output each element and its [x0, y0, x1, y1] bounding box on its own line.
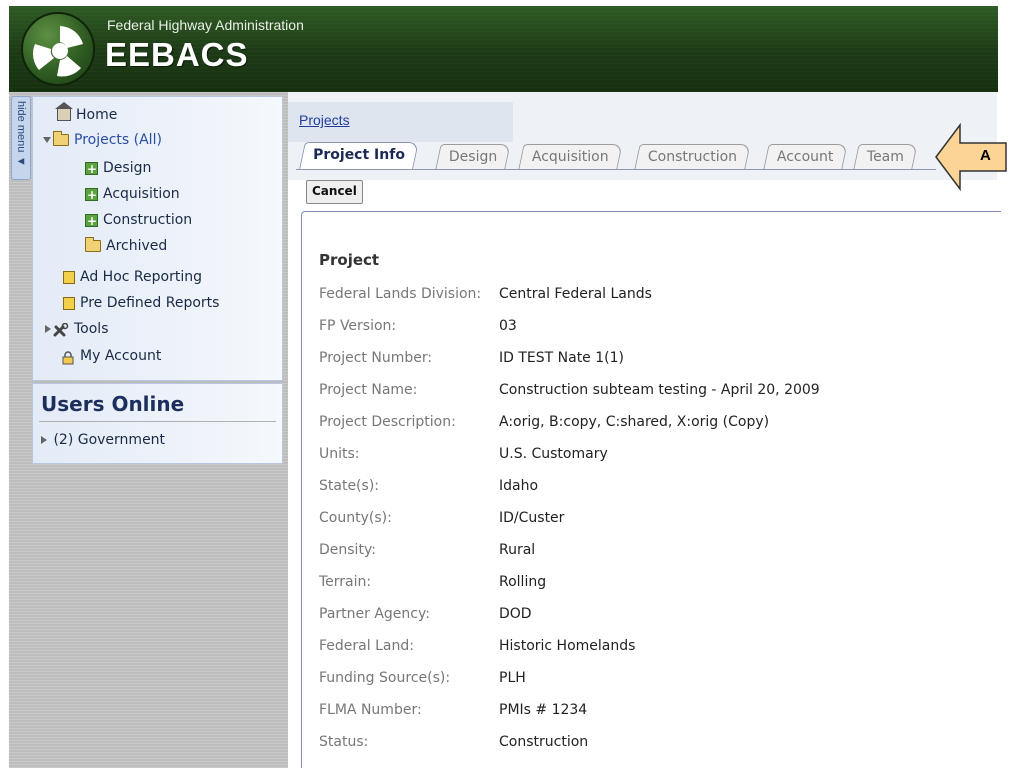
sidebar-nav: Home Projects (All) Design Acquisition C… — [32, 96, 283, 381]
add-icon — [85, 184, 98, 206]
expand-icon[interactable] — [45, 325, 51, 333]
field-label: Density: — [319, 542, 376, 558]
expand-icon[interactable] — [41, 436, 47, 444]
sidebar-item-label: Construction — [103, 212, 193, 228]
tab-project-info[interactable]: Project Info — [299, 142, 419, 169]
field-label: Project Description: — [319, 414, 456, 430]
field-label: Federal Lands Division: — [319, 286, 482, 302]
add-icon — [85, 158, 98, 180]
users-online-panel: Users Online (2) Government — [32, 383, 283, 464]
field-label: Project Number: — [319, 350, 433, 366]
add-icon — [85, 210, 98, 232]
sidebar-item-label: Ad Hoc Reporting — [80, 269, 202, 285]
sidebar-item-label: My Account — [80, 348, 162, 364]
sidebar-item-label: Pre Defined Reports — [80, 295, 220, 311]
app-name: EEBACS — [105, 36, 249, 73]
callout-label: A — [980, 147, 991, 164]
callout-arrow-icon — [935, 122, 1007, 192]
tab-bar-line — [296, 169, 936, 170]
sidebar-item-acquisition[interactable]: Acquisition — [85, 183, 180, 206]
hide-menu-button[interactable]: hide menu ◄ — [11, 96, 31, 180]
field-value: PMIs # 1234 — [499, 702, 588, 718]
sidebar-item-tools[interactable]: Tools — [45, 318, 109, 340]
hide-menu-label: hide menu ◄ — [15, 101, 27, 168]
field-label: Terrain: — [319, 574, 372, 590]
lock-icon — [61, 350, 75, 364]
field-value: Historic Homelands — [499, 638, 636, 654]
field-value: U.S. Customary — [499, 446, 608, 462]
app-header: Federal Highway Administration EEBACS — [9, 6, 998, 92]
field-label: FP Version: — [319, 318, 397, 334]
field-label: Status: — [319, 734, 369, 750]
field-value: Central Federal Lands — [499, 286, 652, 302]
folder-icon — [85, 237, 101, 252]
users-online-government[interactable]: (2) Government — [41, 432, 165, 448]
sidebar-item-label: Home — [76, 107, 118, 123]
sidebar-item-label: Acquisition — [103, 186, 180, 202]
field-label: Project Name: — [319, 382, 418, 398]
fhwa-logo — [21, 12, 95, 86]
field-label: FLMA Number: — [319, 702, 422, 718]
tools-icon — [53, 322, 69, 337]
tab-team[interactable]: Team — [853, 144, 918, 169]
field-value: A:orig, B:copy, C:shared, X:orig (Copy) — [499, 414, 770, 430]
sidebar-item-label: Design — [103, 160, 152, 176]
sidebar-item-my-account[interactable]: My Account — [61, 345, 161, 367]
folder-icon — [53, 131, 69, 146]
field-label: Funding Source(s): — [319, 670, 451, 686]
breadcrumb-projects-link[interactable]: Projects — [299, 112, 350, 128]
field-value: Construction — [499, 734, 589, 750]
sidebar-item-label: Archived — [106, 238, 168, 254]
expand-icon[interactable] — [43, 137, 51, 143]
sidebar-item-ad-hoc-reporting[interactable]: Ad Hoc Reporting — [63, 266, 202, 288]
tab-design[interactable]: Design — [435, 144, 512, 169]
field-value: Rural — [499, 542, 536, 558]
home-icon — [55, 102, 73, 121]
cancel-button[interactable]: Cancel — [306, 180, 363, 204]
tab-account[interactable]: Account — [763, 144, 848, 169]
field-label: County(s): — [319, 510, 392, 526]
field-value: Construction subteam testing - April 20,… — [499, 382, 820, 398]
users-online-item-label: (2) Government — [53, 432, 166, 448]
field-value: DOD — [499, 606, 532, 622]
sidebar-item-home[interactable]: Home — [55, 102, 118, 126]
sidebar-item-design[interactable]: Design — [85, 157, 152, 180]
field-label: Units: — [319, 446, 360, 462]
agency-name: Federal Highway Administration — [107, 17, 304, 33]
field-value: 03 — [499, 318, 517, 334]
field-label: Partner Agency: — [319, 606, 430, 622]
tab-construction[interactable]: Construction — [634, 144, 751, 169]
field-value: ID TEST Nate 1(1) — [499, 350, 624, 366]
sidebar-item-projects[interactable]: Projects (All) — [43, 129, 162, 151]
field-value: PLH — [499, 670, 526, 686]
sidebar-item-pre-defined-reports[interactable]: Pre Defined Reports — [63, 292, 219, 314]
section-title: Project — [319, 251, 380, 269]
field-label: State(s): — [319, 478, 379, 494]
sidebar-item-label: Projects (All) — [74, 132, 162, 148]
report-icon — [63, 270, 75, 284]
tab-acquisition[interactable]: Acquisition — [518, 144, 623, 169]
report-icon — [63, 296, 75, 310]
users-online-title: Users Online — [41, 392, 185, 416]
field-value: Idaho — [499, 478, 539, 494]
field-value: ID/Custer — [499, 510, 565, 526]
field-label: Federal Land: — [319, 638, 414, 654]
field-value: Rolling — [499, 574, 547, 590]
sidebar-item-archived[interactable]: Archived — [85, 235, 167, 257]
sidebar-item-construction[interactable]: Construction — [85, 209, 193, 232]
divider — [39, 421, 276, 422]
sidebar-item-label: Tools — [74, 321, 109, 337]
